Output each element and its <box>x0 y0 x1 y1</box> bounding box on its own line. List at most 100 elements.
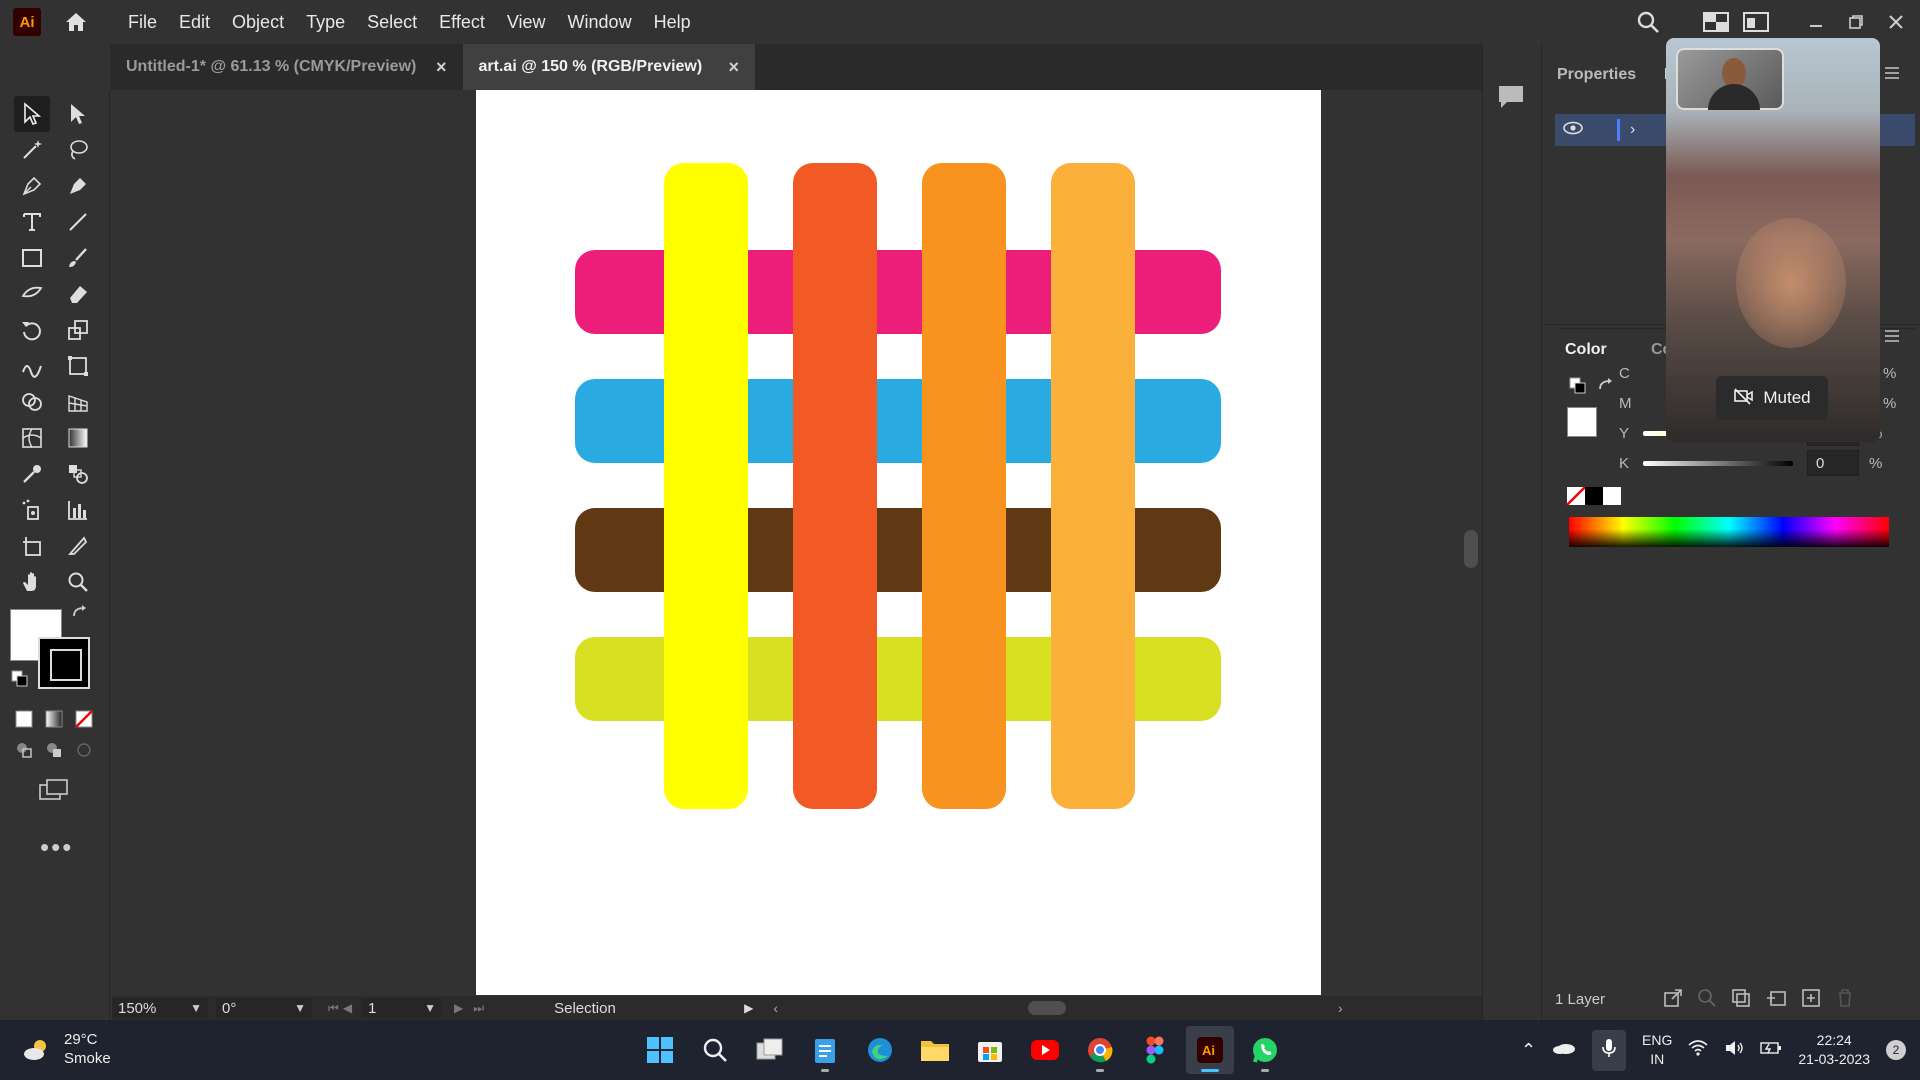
color-spectrum[interactable] <box>1569 517 1889 547</box>
direct-selection-tool-icon[interactable] <box>60 96 96 132</box>
swap-fill-stroke-icon[interactable] <box>1597 377 1615 400</box>
start-button[interactable] <box>636 1026 684 1074</box>
menu-window[interactable]: Window <box>557 0 643 44</box>
mesh-tool-icon[interactable] <box>14 420 50 456</box>
battery-icon[interactable] <box>1760 1041 1782 1060</box>
free-transform-tool-icon[interactable] <box>60 348 96 384</box>
close-tab-icon[interactable]: × <box>729 57 740 78</box>
bar-vertical-orange[interactable] <box>922 163 1006 809</box>
tab-untitled-1[interactable]: Untitled-1* @ 61.13 % (CMYK/Preview) × <box>110 44 463 90</box>
notification-badge[interactable]: 2 <box>1886 1040 1906 1060</box>
eyedropper-tool-icon[interactable] <box>14 456 50 492</box>
search-icon[interactable] <box>691 1026 739 1074</box>
warp-tool-icon[interactable] <box>14 348 50 384</box>
scrollbar-thumb[interactable] <box>1028 1001 1066 1015</box>
menu-select[interactable]: Select <box>356 0 428 44</box>
rotate-tool-icon[interactable] <box>14 312 50 348</box>
clock[interactable]: 22:24 21-03-2023 <box>1798 1031 1870 1069</box>
notepad-icon[interactable] <box>801 1026 849 1074</box>
line-tool-icon[interactable] <box>60 204 96 240</box>
chrome-browser-icon[interactable] <box>1076 1026 1124 1074</box>
shaper-tool-icon[interactable] <box>14 276 50 312</box>
tab-art-ai[interactable]: art.ai @ 150 % (RGB/Preview) × <box>462 44 756 90</box>
slider-value-field[interactable]: 0 <box>1807 450 1859 476</box>
panel-menu-icon[interactable] <box>1883 329 1901 348</box>
default-fill-stroke-icon[interactable] <box>8 667 32 691</box>
blend-tool-icon[interactable] <box>60 456 96 492</box>
microphone-icon[interactable] <box>1592 1029 1627 1071</box>
bar-vertical-red-orange[interactable] <box>793 163 877 809</box>
menu-effect[interactable]: Effect <box>428 0 496 44</box>
minimize-icon[interactable] <box>1796 2 1836 42</box>
chevron-up-icon[interactable]: ⌃ <box>1521 1040 1536 1060</box>
draw-normal-icon[interactable] <box>11 737 37 763</box>
slice-tool-icon[interactable] <box>60 528 96 564</box>
comments-icon[interactable] <box>1497 84 1529 114</box>
pen-tool-icon[interactable] <box>14 168 50 204</box>
artboard-number-field[interactable]: 1 ▼ <box>362 998 443 1018</box>
scale-tool-icon[interactable] <box>60 312 96 348</box>
white-swatch[interactable] <box>1603 487 1621 505</box>
perspective-grid-tool-icon[interactable] <box>60 384 96 420</box>
panel-menu-icon[interactable] <box>1883 66 1901 85</box>
language-indicator[interactable]: ENG IN <box>1642 1031 1672 1069</box>
chevron-down-icon[interactable]: ▼ <box>424 1001 436 1015</box>
menu-type[interactable]: Type <box>295 0 356 44</box>
symbol-sprayer-tool-icon[interactable] <box>14 492 50 528</box>
self-preview-thumbnail[interactable] <box>1676 48 1784 110</box>
stroke-color-swatch[interactable] <box>38 637 90 689</box>
draw-inside-icon[interactable] <box>71 737 97 763</box>
chevron-down-icon[interactable]: ▼ <box>190 1001 202 1015</box>
draw-behind-icon[interactable] <box>41 737 67 763</box>
slider-k[interactable]: K 0 % <box>1619 449 1919 477</box>
menu-view[interactable]: View <box>496 0 557 44</box>
first-artboard-icon[interactable]: ⏮ <box>328 1001 339 1016</box>
home-icon[interactable] <box>59 5 93 39</box>
hand-tool-icon[interactable] <box>14 564 50 600</box>
shape-builder-tool-icon[interactable] <box>14 384 50 420</box>
type-tool-icon[interactable] <box>14 204 50 240</box>
rotation-field[interactable]: 0° ▼ <box>216 998 312 1018</box>
chevron-right-icon[interactable]: › <box>1630 121 1635 139</box>
last-artboard-icon[interactable]: ⏭ <box>473 1001 484 1016</box>
screen-mode-icon[interactable] <box>36 772 72 808</box>
zoom-tool-icon[interactable] <box>60 564 96 600</box>
scrollbar-thumb[interactable] <box>1464 530 1478 568</box>
none-mode-icon[interactable] <box>71 706 97 732</box>
whatsapp-icon[interactable] <box>1241 1026 1289 1074</box>
gradient-mode-icon[interactable] <box>41 706 67 732</box>
onedrive-icon[interactable] <box>1552 1041 1576 1060</box>
tab-color[interactable]: Color <box>1565 341 1607 359</box>
close-icon[interactable] <box>1876 2 1916 42</box>
paintbrush-tool-icon[interactable] <box>60 240 96 276</box>
swap-fill-stroke-icon[interactable] <box>68 601 92 625</box>
eraser-tool-icon[interactable] <box>60 276 96 312</box>
previous-artboard-icon[interactable]: ◀ <box>343 1001 352 1015</box>
zoom-field[interactable]: 150% ▼ <box>112 998 208 1018</box>
scroll-right-icon[interactable]: › <box>1338 1000 1343 1016</box>
default-fill-stroke-icon[interactable] <box>1569 377 1587 400</box>
none-swatch[interactable] <box>1567 487 1585 505</box>
tab-properties[interactable]: Properties <box>1543 58 1650 92</box>
wifi-icon[interactable] <box>1688 1039 1708 1061</box>
muted-status-badge[interactable]: Muted <box>1716 376 1828 420</box>
search-icon[interactable] <box>1628 2 1668 42</box>
magic-wand-tool-icon[interactable] <box>14 132 50 168</box>
file-explorer-icon[interactable] <box>911 1026 959 1074</box>
task-view-icon[interactable] <box>746 1026 794 1074</box>
artboard[interactable] <box>476 90 1321 995</box>
menu-object[interactable]: Object <box>221 0 295 44</box>
selection-tool-icon[interactable] <box>14 96 50 132</box>
black-swatch[interactable] <box>1585 487 1603 505</box>
lasso-tool-icon[interactable] <box>60 132 96 168</box>
vertical-scrollbar[interactable] <box>1460 90 1482 1008</box>
edit-toolbar-icon[interactable]: ••• <box>40 832 73 863</box>
workspace-switcher-icon[interactable] <box>1696 2 1736 42</box>
status-menu-icon[interactable]: ▶ <box>744 1001 753 1015</box>
edge-browser-icon[interactable] <box>856 1026 904 1074</box>
restore-icon[interactable] <box>1836 2 1876 42</box>
weather-widget[interactable]: 29°C Smoke <box>22 1030 111 1068</box>
microsoft-store-icon[interactable] <box>966 1026 1014 1074</box>
gradient-tool-icon[interactable] <box>60 420 96 456</box>
horizontal-scrollbar[interactable] <box>778 999 1338 1017</box>
